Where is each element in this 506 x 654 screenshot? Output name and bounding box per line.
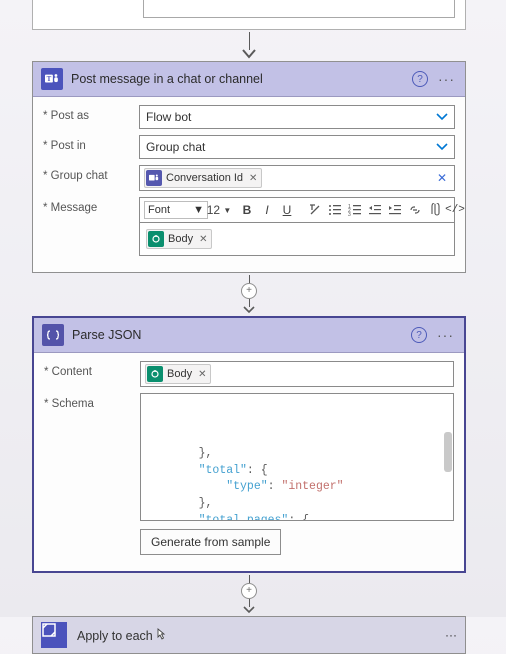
step-apply-to-each[interactable]: Apply to each ··· [32, 616, 466, 654]
code-view-button[interactable]: </> [446, 200, 464, 220]
teams-icon [146, 170, 162, 186]
cursor-pointer-icon [154, 629, 168, 643]
font-select[interactable]: Font ▼ [144, 201, 208, 219]
select-value: Flow bot [146, 110, 191, 124]
previous-step-partial [32, 0, 466, 30]
add-step-button[interactable]: + [241, 583, 257, 599]
caret-down-icon: ▼ [193, 204, 204, 216]
step-title: Post message in a chat or channel [71, 72, 404, 86]
loop-icon [41, 622, 67, 648]
step-title: Parse JSON [72, 328, 403, 342]
scrollbar-thumb[interactable] [444, 432, 452, 472]
step-menu-icon[interactable]: ··· [445, 628, 457, 642]
label-schema: * Schema [44, 393, 134, 410]
add-step-button[interactable]: + [241, 283, 257, 299]
token-remove-icon[interactable]: ✕ [198, 369, 206, 380]
step-menu-icon[interactable]: ··· [435, 327, 456, 343]
label-post-in: * Post in [43, 135, 133, 152]
token-body[interactable]: Body ✕ [145, 364, 211, 384]
token-body[interactable]: Body ✕ [146, 229, 212, 249]
label-group-chat: * Group chat [43, 165, 133, 182]
underline-button[interactable]: U [278, 200, 296, 220]
select-post-in[interactable]: Group chat [139, 135, 455, 159]
outdent-button[interactable] [366, 200, 384, 220]
bulleted-list-button[interactable] [326, 200, 344, 220]
step-post-message[interactable]: T Post message in a chat or channel ? ··… [32, 61, 466, 273]
indent-button[interactable] [386, 200, 404, 220]
svg-text:T: T [47, 75, 52, 83]
connector: + [32, 275, 466, 314]
numbered-list-button[interactable]: 123 [346, 200, 364, 220]
token-label: Conversation Id [166, 172, 243, 184]
arrow-down-icon [243, 306, 255, 314]
label-message: * Message [43, 197, 133, 214]
field-clear-icon[interactable]: ✕ [437, 171, 450, 185]
step-parse-json[interactable]: Parse JSON ? ··· * Content Body ✕ [32, 316, 466, 573]
step-header[interactable]: Parse JSON ? ··· [34, 318, 464, 353]
data-operation-icon [42, 324, 64, 346]
chevron-down-icon [436, 143, 448, 151]
field-group-chat[interactable]: Conversation Id ✕ ✕ [139, 165, 455, 191]
teams-icon: T [41, 68, 63, 90]
dynamic-content-icon [148, 231, 164, 247]
select-value: Group chat [146, 140, 205, 154]
help-icon[interactable]: ? [411, 327, 427, 343]
generate-from-sample-button[interactable]: Generate from sample [140, 529, 281, 555]
previous-step-input [143, 0, 455, 18]
bold-button[interactable]: B [238, 200, 256, 220]
arrow-down-icon [243, 606, 255, 614]
connector-arrow [32, 32, 466, 59]
field-content[interactable]: Body ✕ [140, 361, 454, 387]
dynamic-content-icon [147, 366, 163, 382]
token-conversation-id[interactable]: Conversation Id ✕ [144, 168, 262, 188]
richtext-body[interactable]: Body ✕ [139, 223, 455, 256]
token-remove-icon[interactable]: ✕ [249, 173, 257, 184]
font-size-select[interactable]: 12 ▼ [210, 200, 228, 220]
help-icon[interactable]: ? [412, 71, 428, 87]
token-label: Body [168, 233, 193, 245]
label-content: * Content [44, 361, 134, 378]
label-post-as: * Post as [43, 105, 133, 122]
step-header[interactable]: T Post message in a chat or channel ? ··… [33, 62, 465, 97]
caret-down-icon: ▼ [223, 206, 231, 215]
richtext-toolbar: Font ▼ 12 ▼ B I U [139, 197, 455, 223]
token-label: Body [167, 368, 192, 380]
chevron-down-icon [436, 113, 448, 121]
svg-text:3: 3 [348, 212, 351, 216]
format-clear-button[interactable] [306, 200, 324, 220]
schema-editor[interactable]: }, "total": { "type": "integer" }, "tota… [140, 393, 454, 521]
step-menu-icon[interactable]: ··· [436, 71, 457, 87]
arrow-down-icon [242, 49, 256, 59]
step-title: Apply to each [77, 627, 435, 643]
connector: + [32, 575, 466, 614]
italic-button[interactable]: I [258, 200, 276, 220]
token-remove-icon[interactable]: ✕ [199, 234, 207, 245]
select-post-as[interactable]: Flow bot [139, 105, 455, 129]
attach-button[interactable] [426, 200, 444, 220]
link-button[interactable] [406, 200, 424, 220]
